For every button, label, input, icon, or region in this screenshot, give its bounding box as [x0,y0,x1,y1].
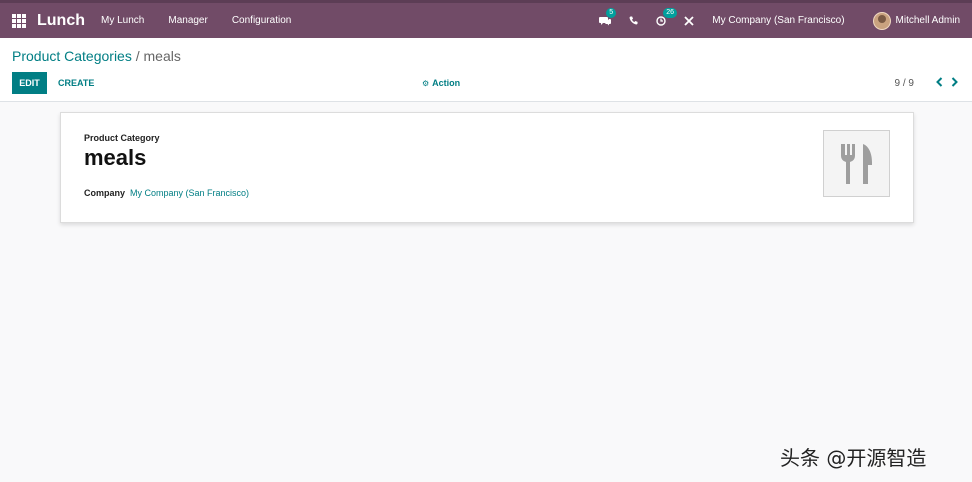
user-name: Mitchell Admin [895,15,960,26]
menu-item-configuration[interactable]: Configuration [232,15,291,26]
control-panel: Product Categories / meals EDIT CREATE ⚙… [0,38,972,102]
menu-item-manager[interactable]: Manager [168,15,207,26]
action-dropdown[interactable]: ⚙ Action [422,72,460,94]
phone-button[interactable] [629,16,638,25]
messages-button[interactable]: 5 [599,7,617,26]
pager-next-button[interactable] [951,76,958,90]
avatar [872,11,891,30]
apps-grid-icon[interactable] [12,13,26,28]
pager-previous-button[interactable] [936,76,943,90]
top-navbar: Lunch My Lunch Manager Configuration 5 2… [0,0,972,38]
breadcrumb: Product Categories / meals [12,48,181,64]
breadcrumb-separator: / [131,48,144,64]
breadcrumb-current: meals [143,48,181,64]
tools-icon [684,15,694,26]
form-sheet: Product Category meals Company My Compan… [60,112,914,223]
category-image[interactable] [823,130,890,197]
activities-button[interactable]: 26 [656,7,678,26]
systray: 5 26 My Company (San Francisco) Mitchell… [599,3,972,38]
phone-icon [629,16,638,25]
main-menu: My Lunch Manager Configuration [101,15,315,26]
user-menu[interactable]: Mitchell Admin [872,11,960,30]
activities-badge: 26 [663,7,678,18]
app-name[interactable]: Lunch [37,12,85,30]
company-field-link[interactable]: My Company (San Francisco) [130,188,249,198]
chevron-right-icon [951,77,958,87]
company-field-label: Company [84,188,126,198]
watermark: 头条 @开源智造 [780,446,927,470]
messages-badge: 5 [606,7,617,18]
edit-button[interactable]: EDIT [12,72,47,94]
fork-knife-icon [840,143,872,184]
menu-item-my-lunch[interactable]: My Lunch [101,15,144,26]
pager-value[interactable]: 9 / 9 [895,78,914,89]
product-category-label: Product Category [84,133,160,143]
company-switcher[interactable]: My Company (San Francisco) [712,15,844,26]
action-label: Action [432,78,461,88]
pager: 9 / 9 [895,72,958,94]
create-button[interactable]: CREATE [58,72,94,94]
chevron-left-icon [936,77,943,87]
gear-icon: ⚙ [422,78,430,88]
breadcrumb-parent-link[interactable]: Product Categories [12,48,132,64]
debug-tools-button[interactable] [684,15,694,26]
category-name: meals [84,145,147,170]
